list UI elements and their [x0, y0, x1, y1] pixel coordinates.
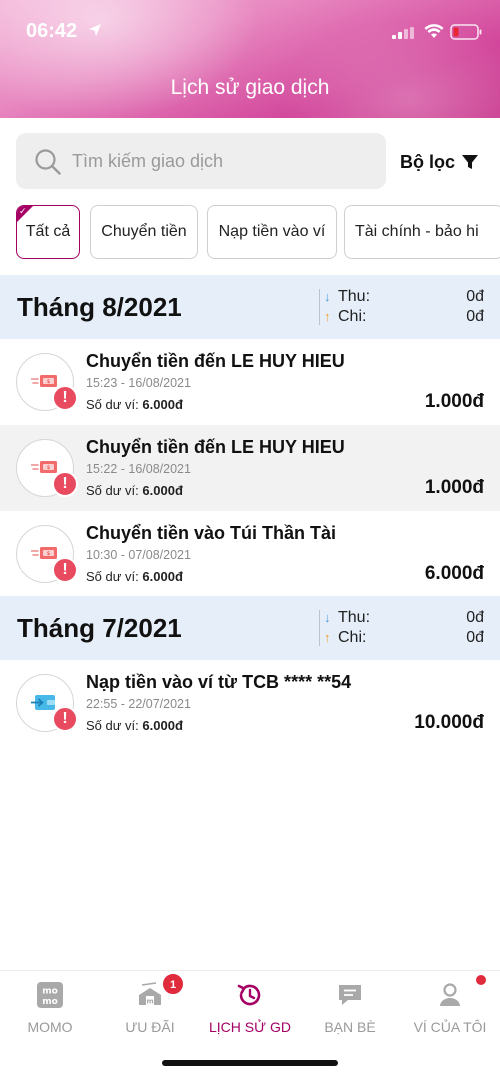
month-title: Tháng 8/2021	[17, 292, 182, 322]
transaction-icon: $ !	[16, 353, 78, 411]
chip-label: Nạp tiền vào ví	[218, 223, 326, 240]
divider	[319, 610, 320, 646]
history-icon	[237, 984, 261, 1006]
chip-label: Tài chính - bảo hi	[355, 223, 479, 240]
home-indicator	[162, 1060, 338, 1066]
transaction-amount: 10.000đ	[414, 712, 484, 733]
location-arrow-icon	[89, 24, 101, 36]
expense-summary: ↑ Chi: 0đ	[324, 308, 484, 325]
nav-label: ƯU ĐÃI	[125, 1019, 175, 1035]
transaction-amount: 6.000đ	[424, 563, 484, 584]
nav-label: VÍ CỦA TÔI	[413, 1019, 487, 1035]
filter-label: Bộ lọc	[400, 151, 456, 172]
month-header: Tháng 7/2021 ↓ Thu: 0đ ↑ Chi: 0đ	[0, 596, 500, 660]
status-bar: 06:42	[0, 0, 500, 60]
transaction-icon: $ !	[16, 439, 78, 497]
nav-item-promotion[interactable]: m 1 ƯU ĐÃI	[100, 971, 200, 1051]
alert-icon: !	[52, 385, 78, 411]
transaction-row[interactable]: $ ! Chuyển tiền đến LE HUY HIEU 15:22 - …	[0, 425, 500, 511]
svg-text:m: m	[146, 998, 153, 1006]
battery-low-icon	[450, 24, 482, 40]
search-box[interactable]	[16, 133, 386, 189]
chip-finance-insurance[interactable]: Tài chính - bảo hi	[344, 205, 500, 259]
transaction-title: Chuyển tiền vào Túi Thần Tài	[86, 523, 337, 543]
notification-badge: 1	[162, 973, 184, 995]
nav-label: BẠN BÈ	[324, 1019, 376, 1035]
transaction-icon: $ !	[16, 525, 78, 583]
transaction-balance: Số dư ví: 6.000đ	[86, 718, 183, 733]
divider	[319, 289, 320, 325]
page-title: Lịch sử giao dịch	[170, 76, 330, 99]
search-input[interactable]	[72, 133, 372, 189]
svg-text:$: $	[47, 551, 51, 557]
check-icon: ✓	[19, 206, 27, 216]
nav-item-my-wallet[interactable]: VÍ CỦA TÔI	[400, 971, 500, 1051]
transaction-title: Chuyển tiền đến LE HUY HIEU	[86, 437, 345, 457]
alert-icon: !	[52, 557, 78, 583]
alert-icon: !	[52, 471, 78, 497]
nav-item-history[interactable]: LỊCH SỬ GD	[200, 971, 300, 1051]
expense-summary: ↑ Chi: 0đ	[324, 629, 484, 646]
transaction-title: Nạp tiền vào ví từ TCB **** **54	[86, 672, 352, 692]
category-chips: ✓ Tất cả Chuyển tiền Nạp tiền vào ví Tài…	[16, 205, 500, 259]
chip-topup[interactable]: Nạp tiền vào ví	[207, 205, 337, 259]
nav-item-momo[interactable]: mo mo MOMO	[0, 971, 100, 1051]
arrow-down-icon: ↓	[324, 289, 331, 304]
transaction-row[interactable]: $ ! Chuyển tiền đến LE HUY HIEU 15:23 - …	[0, 339, 500, 425]
transaction-balance: Số dư ví: 6.000đ	[86, 397, 183, 412]
transaction-amount: 1.000đ	[424, 391, 484, 412]
app-header: 06:42 Lịch sử giao dịch	[0, 0, 500, 118]
transaction-row[interactable]: ! Nạp tiền vào ví từ TCB **** **54 22:55…	[0, 660, 500, 746]
nav-label: LỊCH SỬ GD	[209, 1019, 291, 1035]
status-time: 06:42	[26, 20, 78, 42]
transaction-time: 15:23 - 16/08/2021	[86, 376, 191, 390]
transaction-balance: Số dư ví: 6.000đ	[86, 569, 183, 584]
transaction-time: 10:30 - 07/08/2021	[86, 548, 191, 562]
notification-dot	[476, 975, 486, 985]
filter-funnel-icon	[462, 155, 479, 169]
chip-label: Tất cả	[25, 223, 71, 240]
cellular-signal-icon	[392, 27, 414, 39]
svg-text:$: $	[47, 379, 51, 385]
income-summary: ↓ Thu: 0đ	[324, 288, 484, 305]
nav-label: MOMO	[27, 1019, 73, 1035]
month-title: Tháng 7/2021	[17, 613, 182, 643]
arrow-up-icon: ↑	[324, 630, 331, 645]
chip-all[interactable]: ✓ Tất cả	[16, 205, 80, 259]
transaction-title: Chuyển tiền đến LE HUY HIEU	[86, 351, 345, 371]
arrow-up-icon: ↑	[324, 309, 331, 324]
transaction-amount: 1.000đ	[424, 477, 484, 498]
chip-transfer[interactable]: Chuyển tiền	[90, 205, 198, 259]
promotion-icon: m	[139, 982, 161, 1006]
transaction-balance: Số dư ví: 6.000đ	[86, 483, 183, 498]
month-header: Tháng 8/2021 ↓ Thu: 0đ ↑ Chi: 0đ	[0, 275, 500, 339]
transaction-time: 22:55 - 22/07/2021	[86, 697, 191, 711]
nav-item-friends[interactable]: BẠN BÈ	[300, 971, 400, 1051]
wifi-icon	[424, 24, 444, 38]
arrow-down-icon: ↓	[324, 610, 331, 625]
svg-text:mo: mo	[42, 987, 58, 997]
filter-button[interactable]: Bộ lọc	[400, 148, 479, 176]
income-summary: ↓ Thu: 0đ	[324, 609, 484, 626]
chip-label: Chuyển tiền	[101, 223, 187, 240]
transaction-icon: !	[16, 674, 78, 732]
svg-text:mo: mo	[42, 997, 58, 1007]
alert-icon: !	[52, 706, 78, 732]
search-icon	[35, 149, 61, 175]
profile-icon	[440, 983, 460, 1006]
svg-text:$: $	[47, 465, 51, 471]
chat-icon	[339, 985, 361, 1005]
transaction-time: 15:22 - 16/08/2021	[86, 462, 191, 476]
transaction-row[interactable]: $ ! Chuyển tiền vào Túi Thần Tài 10:30 -…	[0, 511, 500, 597]
momo-logo-icon: mo mo	[37, 982, 63, 1008]
